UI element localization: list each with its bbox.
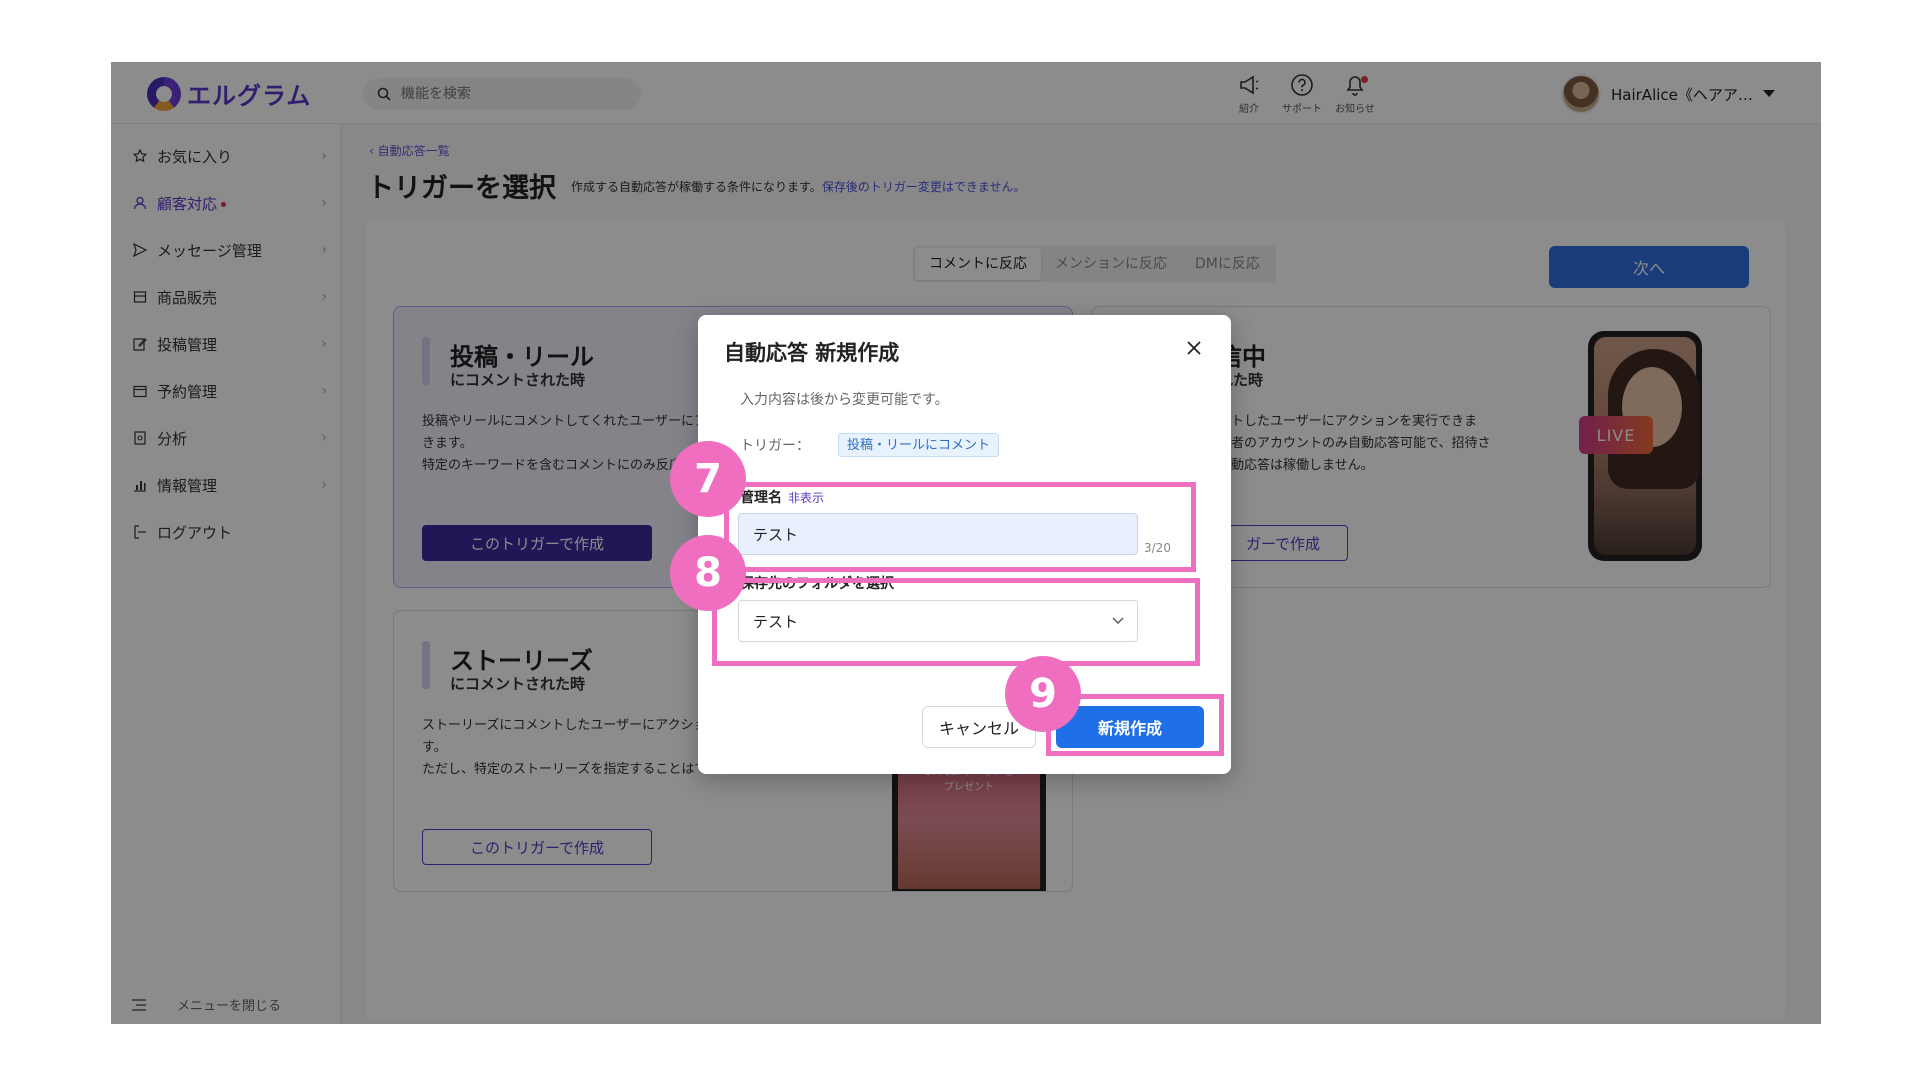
close-icon bbox=[1187, 341, 1201, 355]
highlight-name-field bbox=[724, 482, 1196, 572]
close-button[interactable] bbox=[1183, 337, 1205, 359]
dialog-note: 入力内容は後から変更可能です。 bbox=[740, 392, 949, 408]
step-8-badge: 8 bbox=[670, 535, 746, 611]
trigger-label: トリガー： bbox=[740, 438, 810, 454]
highlight-folder-field bbox=[712, 578, 1200, 666]
trigger-tag: 投稿・リールにコメント bbox=[838, 433, 1000, 457]
step-7-badge: 7 bbox=[670, 441, 746, 517]
dialog-title: 自動応答 新規作成 bbox=[724, 341, 900, 365]
step-9-badge: 9 bbox=[1005, 656, 1081, 732]
